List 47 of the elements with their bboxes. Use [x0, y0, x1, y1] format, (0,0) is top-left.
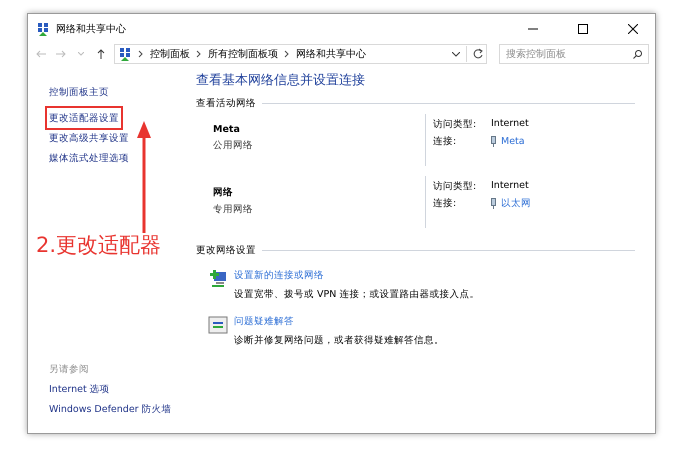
search-field[interactable]: 搜索控制面板	[499, 44, 649, 64]
see-also-heading: 另请参阅	[49, 362, 90, 376]
connection-label: 连接:	[433, 135, 458, 148]
close-icon	[628, 24, 638, 34]
ethernet-icon	[491, 198, 496, 209]
task-description: 设置宽带、拨号或 VPN 连接；或设置路由器或接入点。	[234, 288, 480, 301]
see-also-link[interactable]: Windows Defender 防火墙	[47, 399, 174, 419]
ethernet-icon	[491, 136, 496, 147]
task-description: 诊断并修复网络问题，或者获得疑难解答信息。	[234, 334, 444, 347]
network-icon	[36, 22, 50, 36]
connection-link[interactable]: Meta	[491, 135, 529, 148]
section-heading: 查看活动网络	[196, 97, 256, 110]
chevron-icon	[138, 50, 144, 58]
network-setup-icon	[208, 269, 228, 289]
troubleshoot-icon	[208, 315, 228, 335]
section-heading: 更改网络设置	[196, 244, 256, 257]
access-type-label: 访问类型:	[433, 118, 478, 131]
sidebar-link[interactable]: 媒体流式处理选项	[47, 148, 131, 168]
network-name: 网络	[213, 186, 234, 199]
page-heading: 查看基本网络信息并设置连接	[196, 72, 366, 89]
access-type-label: 访问类型:	[433, 180, 478, 193]
search-icon[interactable]	[633, 50, 642, 58]
network-type: 公用网络	[213, 139, 254, 152]
breadcrumb[interactable]: 网络和共享中心	[296, 47, 366, 61]
see-also-link[interactable]: Internet 选项	[47, 379, 112, 399]
task-link[interactable]: 问题疑难解答	[234, 315, 444, 328]
network-name: Meta	[213, 124, 241, 135]
access-type-value: Internet	[491, 180, 530, 193]
chevron-icon	[284, 50, 290, 58]
annotation-text: 2.更改适配器	[36, 232, 162, 259]
sidebar-link[interactable]: 更改高级共享设置	[47, 128, 131, 148]
address-bar[interactable]: 控制面板 所有控制面板项 网络和共享中心	[114, 44, 487, 64]
maximize-icon	[578, 24, 588, 34]
network-icon	[118, 47, 132, 61]
breadcrumb[interactable]: 所有控制面板项	[208, 47, 278, 61]
network-type: 专用网络	[213, 203, 254, 216]
connection-label: 连接:	[433, 197, 458, 210]
chevron-icon	[196, 50, 202, 58]
breadcrumb[interactable]: 控制面板	[150, 47, 190, 61]
dropdown-icon[interactable]	[452, 52, 460, 56]
sidebar-link[interactable]: 更改适配器设置	[47, 108, 121, 128]
up-arrow-icon[interactable]	[97, 49, 105, 59]
access-type-value: Internet	[491, 118, 529, 131]
connection-link[interactable]: 以太网	[491, 197, 531, 210]
sidebar-link[interactable]: 控制面板主页	[47, 82, 111, 102]
window-title: 网络和共享中心	[56, 22, 127, 36]
task-link[interactable]: 设置新的连接或网络	[234, 269, 480, 282]
